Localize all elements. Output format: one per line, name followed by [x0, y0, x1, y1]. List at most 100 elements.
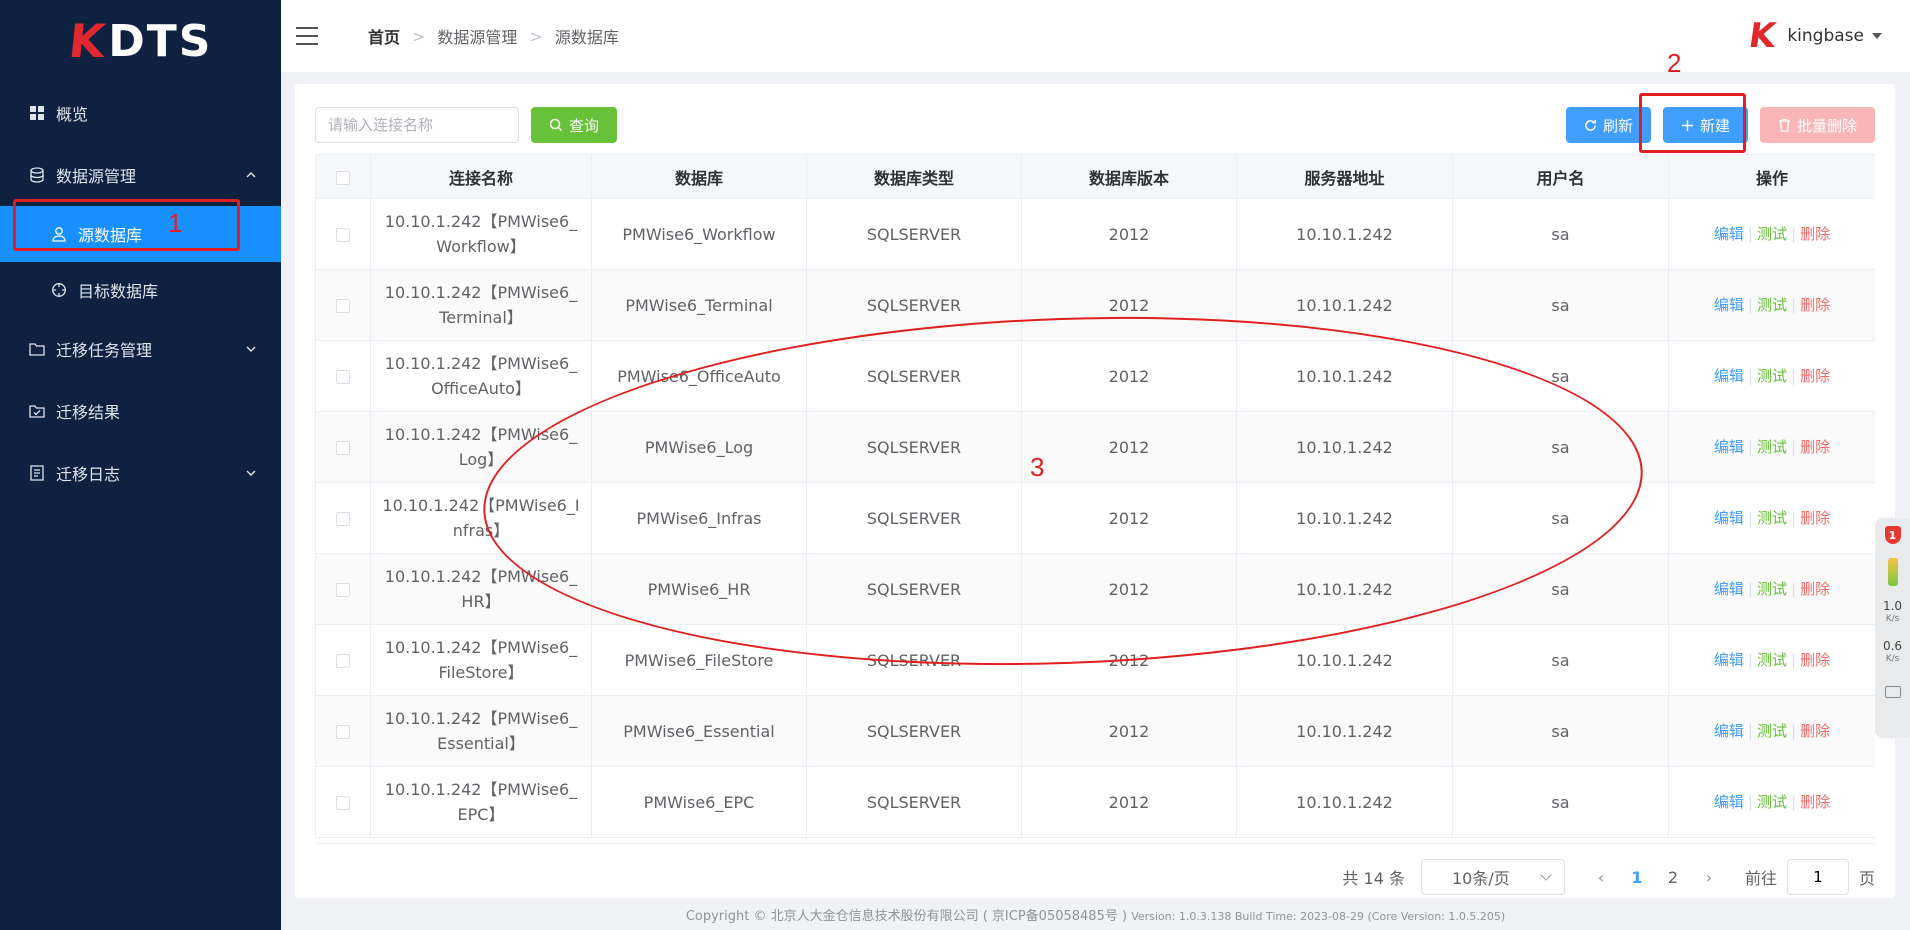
edit-link[interactable]: 编辑 [1714, 367, 1744, 385]
user-menu[interactable]: K kingbase [1746, 16, 1882, 56]
sidebar-item-results[interactable]: 迁移结果 [0, 380, 281, 442]
page-1-button[interactable]: 1 [1619, 868, 1655, 887]
test-link[interactable]: 测试 [1757, 580, 1787, 598]
test-link[interactable]: 测试 [1757, 225, 1787, 243]
total-count: 共 14 条 [1342, 869, 1405, 888]
sidebar-item-target-db[interactable]: 目标数据库 [0, 262, 281, 318]
edit-link[interactable]: 编辑 [1714, 722, 1744, 740]
select-all-cell[interactable] [315, 154, 371, 199]
cell-version: 2012 [1021, 766, 1237, 838]
row-checkbox[interactable] [336, 299, 350, 313]
delete-link[interactable]: 删除 [1800, 722, 1830, 740]
footer: Copyright © 北京人大金仓信息技术股份有限公司 ( 京ICP备0505… [281, 905, 1910, 924]
delete-link[interactable]: 删除 [1800, 296, 1830, 314]
cell-user: sa [1452, 695, 1669, 767]
camera-icon[interactable] [1884, 686, 1901, 698]
edit-link[interactable]: 编辑 [1714, 225, 1744, 243]
breadcrumb-home[interactable]: 首页 [368, 24, 400, 48]
test-link[interactable]: 测试 [1757, 438, 1787, 456]
sidebar-item-task-mgmt[interactable]: 迁移任务管理 [0, 318, 281, 380]
sidebar-item-label: 迁移结果 [56, 403, 121, 422]
cell-type: SQLSERVER [806, 766, 1022, 838]
test-link[interactable]: 测试 [1757, 509, 1787, 527]
delete-link[interactable]: 删除 [1800, 793, 1830, 811]
column-header: 用户名 [1452, 154, 1669, 199]
action-divider: | [1791, 650, 1797, 669]
cell-user: sa [1452, 198, 1669, 270]
sidebar-item-datasource-mgmt[interactable]: 数据源管理 [0, 144, 281, 206]
row-checkbox[interactable] [336, 441, 350, 455]
row-select-cell[interactable] [315, 553, 371, 625]
cell-name: 10.10.1.242【PMWise6_OfficeAuto】 [370, 340, 592, 412]
row-select-cell[interactable] [315, 269, 371, 341]
action-divider: | [1747, 792, 1753, 811]
goto-label: 前往 [1744, 869, 1777, 888]
test-link[interactable]: 测试 [1757, 651, 1787, 669]
delete-link[interactable]: 删除 [1800, 438, 1830, 456]
test-link[interactable]: 测试 [1757, 722, 1787, 740]
cell-name: 10.10.1.242【PMWise6_Workflow】 [370, 198, 592, 270]
document-icon [28, 464, 46, 482]
refresh-icon [1585, 119, 1596, 131]
row-select-cell[interactable] [315, 411, 371, 483]
sidebar-item-overview[interactable]: 概览 [0, 82, 281, 144]
breadcrumb-datasource[interactable]: 数据源管理 [437, 24, 517, 48]
batch-delete-button[interactable]: 批量删除 [1759, 107, 1875, 143]
delete-link[interactable]: 删除 [1800, 367, 1830, 385]
download-rate: 0.6 K/s [1882, 639, 1903, 665]
page-unit-label: 页 [1858, 869, 1875, 888]
edit-link[interactable]: 编辑 [1714, 793, 1744, 811]
edit-link[interactable]: 编辑 [1714, 580, 1744, 598]
row-select-cell[interactable] [315, 695, 371, 767]
action-divider: | [1791, 721, 1797, 740]
pagination: 共 14 条 10条/页 ‹ 1 2 › 前往 页 [1342, 859, 1875, 895]
edit-link[interactable]: 编辑 [1714, 296, 1744, 314]
cell-name: 10.10.1.242【PMWise6_EPC】 [370, 766, 592, 838]
search-input[interactable] [315, 107, 519, 143]
page-2-button[interactable]: 2 [1655, 868, 1691, 887]
row-checkbox[interactable] [336, 512, 350, 526]
test-link[interactable]: 测试 [1757, 367, 1787, 385]
row-checkbox[interactable] [336, 583, 350, 597]
query-button[interactable]: 查询 [531, 107, 618, 143]
cell-actions: 编辑 | 测试 | 删除 [1668, 411, 1875, 483]
edit-link[interactable]: 编辑 [1714, 509, 1744, 527]
edit-link[interactable]: 编辑 [1714, 651, 1744, 669]
row-select-cell[interactable] [315, 766, 371, 838]
delete-link[interactable]: 删除 [1800, 509, 1830, 527]
sidebar-item-logs[interactable]: 迁移日志 [0, 442, 281, 504]
edit-link[interactable]: 编辑 [1714, 438, 1744, 456]
row-checkbox[interactable] [336, 654, 350, 668]
sidebar-item-label: 迁移任务管理 [56, 341, 153, 360]
row-checkbox[interactable] [336, 725, 350, 739]
delete-link[interactable]: 删除 [1800, 580, 1830, 598]
cell-actions: 编辑 | 测试 | 删除 [1668, 766, 1875, 838]
page-size-select[interactable]: 10条/页 [1420, 859, 1565, 895]
select-all-checkbox[interactable] [336, 170, 350, 185]
next-page-button[interactable]: › [1691, 868, 1727, 887]
row-checkbox[interactable] [336, 796, 350, 810]
cell-version: 2012 [1021, 695, 1237, 767]
row-checkbox[interactable] [336, 370, 350, 384]
row-select-cell[interactable] [315, 624, 371, 696]
row-select-cell[interactable] [315, 198, 371, 270]
delete-link[interactable]: 删除 [1800, 651, 1830, 669]
column-header: 数据库版本 [1021, 154, 1237, 199]
network-monitor-widget[interactable]: 1 1.0 K/s 0.6 K/s [1875, 518, 1910, 738]
delete-link[interactable]: 删除 [1800, 225, 1830, 243]
row-select-cell[interactable] [315, 482, 371, 554]
action-divider: | [1747, 437, 1753, 456]
prev-page-button[interactable]: ‹ [1583, 868, 1619, 887]
sidebar-item-label: 概览 [56, 105, 89, 124]
row-checkbox[interactable] [336, 228, 350, 242]
sidebar-item-label: 目标数据库 [78, 282, 159, 301]
goto-page-input[interactable] [1786, 859, 1849, 895]
hamburger-icon[interactable] [296, 27, 318, 45]
row-select-cell[interactable] [315, 340, 371, 412]
action-divider: | [1791, 295, 1797, 314]
batch-delete-button-label: 批量删除 [1796, 116, 1857, 135]
table-header-row: 连接名称 数据库 数据库类型 数据库版本 服务器地址 用户名 操作 [315, 154, 1875, 199]
test-link[interactable]: 测试 [1757, 793, 1787, 811]
action-divider: | [1747, 721, 1753, 740]
test-link[interactable]: 测试 [1757, 296, 1787, 314]
